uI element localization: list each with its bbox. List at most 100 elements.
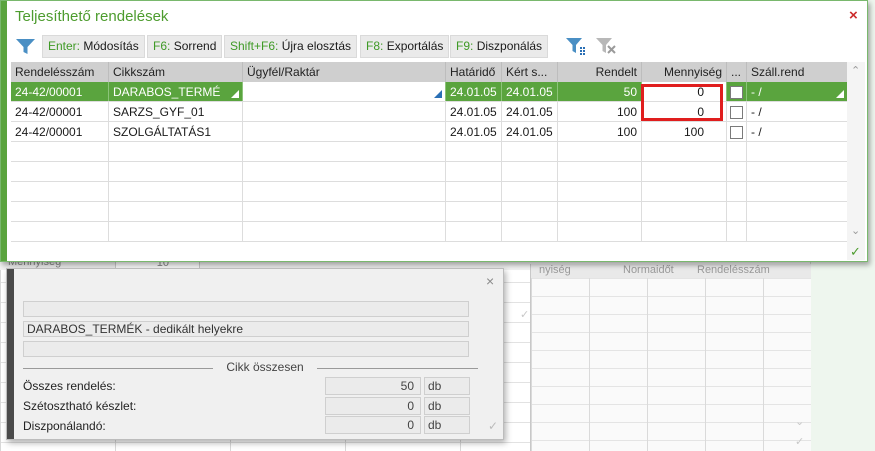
table-row[interactable]: 24-42/00001 SZOLGÁLTATÁS1 24.01.05 24.01… xyxy=(11,122,847,142)
col-hatarido[interactable]: Határidő xyxy=(446,62,502,82)
filter-clear-icon[interactable] xyxy=(595,36,617,56)
background-check-icon: ✓ xyxy=(520,309,530,321)
to-dispose-unit: db xyxy=(424,416,470,434)
cell-rendelesszam: 24-42/00001 xyxy=(11,122,109,141)
empty-row xyxy=(11,182,847,202)
cell-kert-szallitas: 24.01.05 xyxy=(502,122,558,141)
cell-rendelesszam: 24-42/00001 xyxy=(11,82,109,101)
dialog-accent-bar xyxy=(1,1,7,261)
scroll-down-icon[interactable]: ⌄ xyxy=(851,224,860,237)
row-checkbox[interactable] xyxy=(730,86,743,100)
section-line-right xyxy=(317,368,478,369)
row-checkbox[interactable] xyxy=(730,126,743,140)
dropdown-triangle-icon[interactable] xyxy=(836,90,844,98)
col-rendelesszam[interactable]: Rendelésszám xyxy=(11,62,109,82)
cell-rendelt: 100 xyxy=(558,102,642,121)
section-divider: Cikk összesen xyxy=(23,360,478,376)
background-table-grid xyxy=(531,278,811,451)
background-table: nyiség Normaidőt Rendelésszám xyxy=(530,264,811,451)
background-header-2: Rendelésszám xyxy=(697,264,770,276)
shift-f6-action-label: Újra elosztás xyxy=(281,39,352,53)
total-orders-unit: db xyxy=(424,377,470,395)
table-scrollbar[interactable]: ⌃ ⌄ xyxy=(847,62,865,260)
f8-action-label: Exportálás xyxy=(386,39,444,53)
cell-cikkszam: SZOLGÁLTATÁS1 xyxy=(109,122,243,141)
total-orders-value: 50 xyxy=(325,377,421,395)
to-dispose-label: Diszponálandó: xyxy=(23,419,106,433)
shift-f6-key-label: Shift+F6: xyxy=(230,39,279,53)
col-cikkszam[interactable]: Cikkszám xyxy=(109,62,243,82)
col-szall-rend[interactable]: Száll.rend xyxy=(747,62,847,82)
enter-modify-button[interactable]: Enter: Módosítás xyxy=(42,35,145,58)
cell-szall-rend: - / xyxy=(751,125,762,139)
cell-rendelt: 50 xyxy=(558,82,642,101)
empty-row xyxy=(11,142,847,162)
cell-hatarido: 24.01.05 xyxy=(446,82,502,101)
filter-icon[interactable] xyxy=(15,37,36,55)
info-field-1 xyxy=(23,301,469,317)
f9-action-label: Diszponálás xyxy=(476,39,543,53)
background-header-0: nyiség xyxy=(539,264,571,276)
f9-key-label: F9: xyxy=(456,39,474,53)
f8-key-label: F8: xyxy=(366,39,384,53)
row-checkbox[interactable] xyxy=(730,106,743,120)
background-check-icon-2: ✓ xyxy=(795,436,805,448)
cell-hatarido: 24.01.05 xyxy=(446,102,502,121)
col-rendelt[interactable]: Rendelt xyxy=(558,62,642,82)
f6-action-label: Sorrend xyxy=(173,39,217,53)
section-title: Cikk összesen xyxy=(226,360,304,374)
cell-ugyfel-raktar[interactable] xyxy=(243,82,446,101)
f6-sort-button[interactable]: F6: Sorrend xyxy=(147,35,223,58)
col-ugyfel-raktar[interactable]: Ügyfél/Raktár xyxy=(243,62,446,82)
dialog-title: Teljesíthető rendelések xyxy=(15,8,169,25)
col-mennyiseg[interactable]: Mennyiség xyxy=(642,62,727,82)
filter-apply-icon[interactable] xyxy=(565,36,587,56)
enter-key-label: Enter: xyxy=(48,39,81,53)
close-icon[interactable]: × xyxy=(486,273,494,289)
shift-f6-redistribute-button[interactable]: Shift+F6: Újra elosztás xyxy=(224,35,358,58)
distributable-stock-value: 0 xyxy=(325,397,421,415)
confirm-check-icon[interactable]: ✓ xyxy=(850,244,861,260)
distributable-stock-label: Szétosztható készlet: xyxy=(23,399,137,413)
cell-kert-szallitas: 24.01.05 xyxy=(502,82,558,101)
cell-ugyfel-raktar xyxy=(243,102,446,121)
distributable-stock-unit: db xyxy=(424,397,470,415)
background-table-header: nyiség Normaidőt Rendelésszám xyxy=(531,264,811,278)
cell-hatarido: 24.01.05 xyxy=(446,122,502,141)
quantity-highlight-box xyxy=(641,84,723,121)
total-orders-label: Összes rendelés: xyxy=(23,379,116,393)
cell-rendelesszam: 24-42/00001 xyxy=(11,102,109,121)
scroll-up-icon[interactable]: ⌃ xyxy=(851,64,860,77)
cell-szall-rend[interactable]: - / xyxy=(747,82,847,101)
enter-action-label: Módosítás xyxy=(83,39,139,53)
table-header: Rendelésszám Cikkszám Ügyfél/Raktár Hatá… xyxy=(11,62,847,82)
dropdown-triangle-icon[interactable] xyxy=(434,90,442,98)
dropdown-triangle-icon[interactable] xyxy=(231,90,239,98)
cell-checkbox[interactable] xyxy=(727,102,747,121)
close-icon[interactable]: × xyxy=(849,7,858,24)
to-dispose-value: 0 xyxy=(325,416,421,434)
col-kert-szallitas[interactable]: Kért s... xyxy=(502,62,558,82)
cell-rendelt: 100 xyxy=(558,122,642,141)
col-more[interactable]: ... xyxy=(727,62,747,82)
f9-dispose-button[interactable]: F9: Diszponálás xyxy=(450,35,549,58)
cell-checkbox[interactable] xyxy=(727,82,747,101)
info-field-3 xyxy=(23,341,469,357)
empty-row xyxy=(11,202,847,222)
cell-checkbox[interactable] xyxy=(727,122,747,141)
cell-szall-rend: - / xyxy=(751,105,762,119)
empty-row xyxy=(11,162,847,182)
cell-kert-szallitas: 24.01.05 xyxy=(502,102,558,121)
background-header-1: Normaidőt xyxy=(623,264,674,276)
orders-dialog: Teljesíthető rendelések × Enter: Módosít… xyxy=(0,0,868,262)
cell-cikkszam: SARZS_GYF_01 xyxy=(109,102,243,121)
panel-check-icon[interactable]: ✓ xyxy=(488,419,498,433)
f8-export-button[interactable]: F8: Exportálás xyxy=(360,35,450,58)
cell-mennyiseg[interactable]: 100 xyxy=(642,122,727,141)
cell-cikkszam[interactable]: DARABOS_TERMÉ xyxy=(109,82,243,101)
f6-key-label: F6: xyxy=(153,39,171,53)
cell-szall-rend-text: - / xyxy=(751,85,762,99)
section-line-left xyxy=(23,368,213,369)
panel-side-bar xyxy=(7,269,14,439)
background-scroll-down-icon: ⌄ xyxy=(795,416,805,428)
